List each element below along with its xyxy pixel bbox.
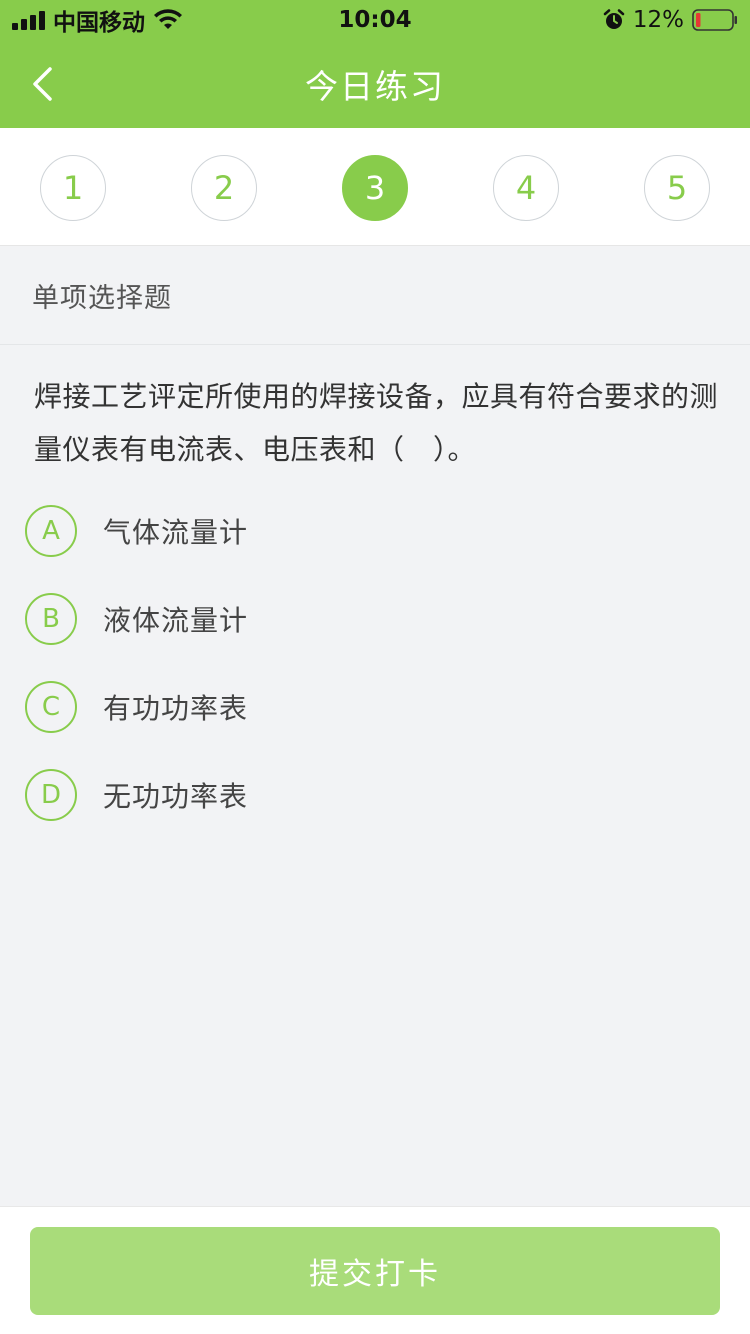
app-root: 中国移动 10:04 12% 今日练习 1 2 3 4 5 单项选择题 焊接工艺… — [0, 0, 750, 1334]
option-letter: A — [25, 505, 77, 557]
step-2[interactable]: 2 — [191, 155, 257, 221]
battery-percent: 12% — [632, 7, 684, 33]
status-left: 中国移动 — [12, 3, 183, 37]
alarm-clock-icon — [603, 9, 625, 29]
navigation-bar: 今日练习 — [0, 40, 750, 128]
status-bar: 中国移动 10:04 12% — [0, 0, 750, 40]
option-text: 无功功率表 — [103, 780, 249, 813]
bottom-action-bar: 提交打卡 — [0, 1206, 750, 1334]
status-right: 12% — [603, 7, 738, 33]
option-letter: C — [25, 681, 77, 733]
option-a[interactable]: A 气体流量计 — [25, 501, 715, 561]
option-d[interactable]: D 无功功率表 — [25, 765, 715, 825]
option-c[interactable]: C 有功功率表 — [25, 677, 715, 737]
option-letter: B — [25, 593, 77, 645]
option-text: 液体流量计 — [103, 604, 249, 637]
step-5[interactable]: 5 — [644, 155, 710, 221]
page-title: 今日练习 — [305, 67, 445, 106]
step-1[interactable]: 1 — [40, 155, 106, 221]
option-text: 气体流量计 — [103, 516, 249, 549]
question-step-indicator: 1 2 3 4 5 — [0, 128, 750, 246]
question-text: 焊接工艺评定所使用的焊接设备，应具有符合要求的测量仪表有电流表、电压表和（ ）。 — [34, 380, 719, 466]
submit-checkin-button[interactable]: 提交打卡 — [30, 1227, 720, 1315]
question-type-text: 单项选择题 — [32, 283, 172, 314]
battery-icon — [692, 9, 737, 31]
signal-icon — [12, 10, 45, 30]
step-3-current[interactable]: 3 — [342, 155, 408, 221]
option-text: 有功功率表 — [103, 692, 249, 725]
wifi-icon — [154, 9, 182, 29]
option-letter: D — [25, 769, 77, 821]
option-b[interactable]: B 液体流量计 — [25, 589, 715, 649]
step-4[interactable]: 4 — [493, 155, 559, 221]
back-button[interactable] — [22, 60, 62, 108]
question-type-label: 单项选择题 — [0, 247, 750, 345]
carrier-name: 中国移动 — [53, 10, 145, 36]
chevron-left-icon — [33, 67, 52, 101]
